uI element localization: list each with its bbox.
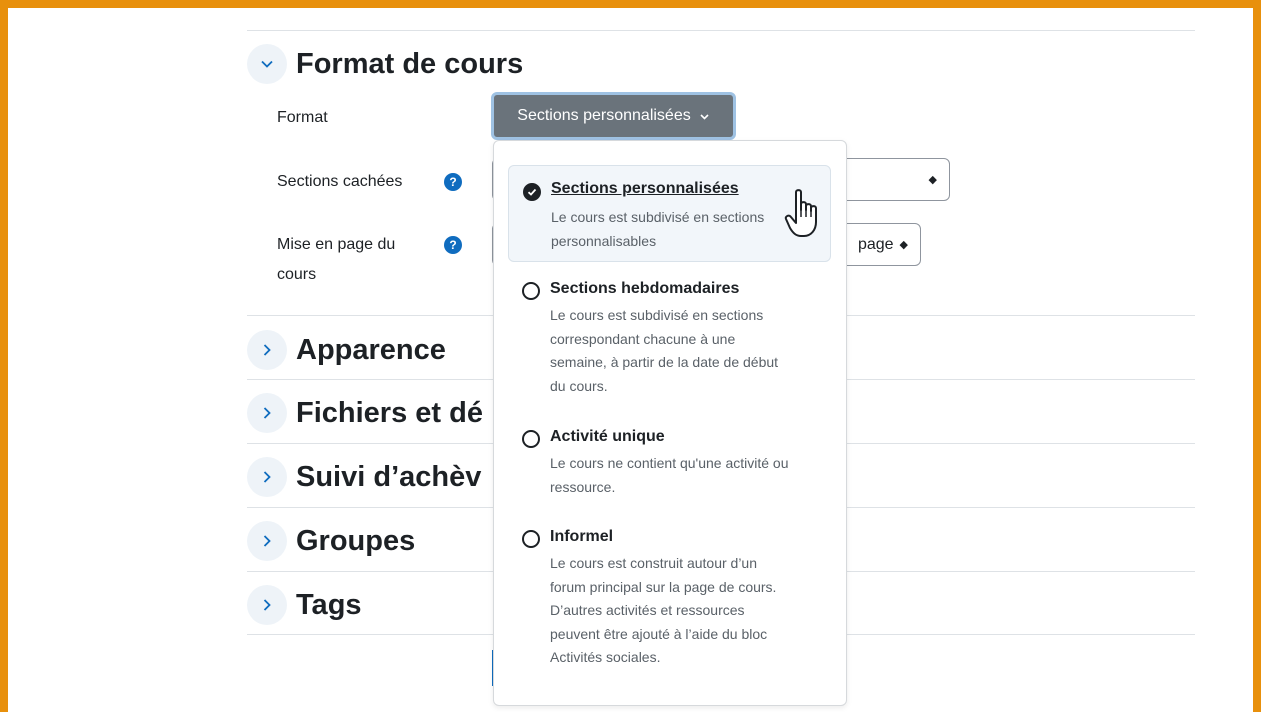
check-circle-icon <box>523 183 541 201</box>
format-select-value: Sections personnalisées <box>517 107 691 124</box>
help-icon[interactable]: ? <box>444 173 462 191</box>
option-title: Activité unique <box>550 428 665 445</box>
layout-label-line1: Mise en page du <box>277 236 396 253</box>
format-option-weekly-sections[interactable]: Sections hebdomadaires Le cours est subd… <box>508 277 831 405</box>
format-option-informal[interactable]: Informel Le cours est construit autour d… <box>508 525 831 675</box>
section-title: Groupes <box>296 524 416 557</box>
chevron-right-icon[interactable] <box>247 585 287 625</box>
chevron-right-icon[interactable] <box>247 521 287 561</box>
sort-icon: ◆ <box>899 239 908 251</box>
radio-empty-icon <box>522 430 540 448</box>
section-header-completion[interactable]: Suivi d’achèv <box>247 457 481 497</box>
radio-empty-icon <box>522 282 540 300</box>
chevron-down-icon[interactable] <box>247 44 287 84</box>
chevron-down-icon <box>700 113 709 120</box>
format-option-custom-sections[interactable]: Sections personnalisées Le cours est sub… <box>508 165 831 262</box>
format-option-single-activity[interactable]: Activité unique Le cours ne contient qu'… <box>508 425 831 499</box>
format-label: Format <box>277 109 328 126</box>
course-layout-value: page <box>857 235 894 253</box>
layout-label-line2: cours <box>277 266 317 283</box>
hand-pointer-cursor-icon <box>784 189 817 237</box>
option-description: Le cours est subdivisé en sections corre… <box>550 307 779 394</box>
format-select-button[interactable]: Sections personnalisées <box>491 92 736 140</box>
option-title: Informel <box>550 528 614 545</box>
option-description: Le cours ne contient qu'une activité ou … <box>550 455 789 495</box>
hidden-sections-label: Sections cachées <box>277 173 403 190</box>
divider <box>247 30 1195 31</box>
section-title: Format de cours <box>296 47 524 80</box>
section-title: Fichiers et dé <box>296 396 483 429</box>
course-settings-form: Format de cours Format Sections personna… <box>0 0 1261 712</box>
chevron-right-icon[interactable] <box>247 330 287 370</box>
section-title: Tags <box>296 588 362 621</box>
option-title: Sections hebdomadaires <box>550 280 740 297</box>
section-header-format[interactable]: Format de cours <box>247 44 523 84</box>
help-icon[interactable]: ? <box>444 236 462 254</box>
section-header-files[interactable]: Fichiers et dé <box>247 393 483 433</box>
section-title: Apparence <box>296 333 446 366</box>
option-title: Sections personnalisées <box>551 180 739 197</box>
sort-icon: ◆ <box>928 174 937 186</box>
chevron-right-icon[interactable] <box>247 393 287 433</box>
chevron-right-icon[interactable] <box>247 457 287 497</box>
section-header-groups[interactable]: Groupes <box>247 521 415 561</box>
section-header-tags[interactable]: Tags <box>247 585 362 625</box>
section-header-appearance[interactable]: Apparence <box>247 330 446 370</box>
section-title: Suivi d’achèv <box>296 460 482 493</box>
radio-empty-icon <box>522 530 540 548</box>
option-description: Le cours est construit autour d’un forum… <box>550 555 777 665</box>
